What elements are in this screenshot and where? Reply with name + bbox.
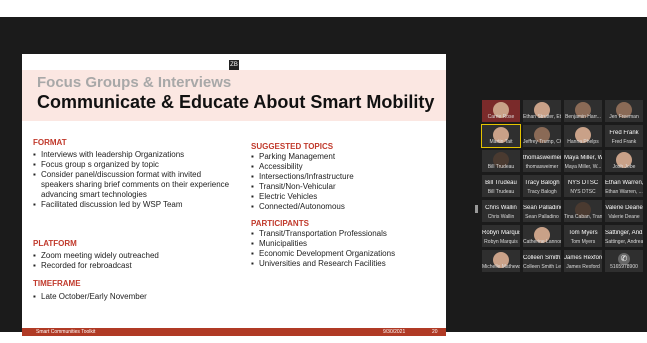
slide-logo-icon: ZB	[229, 60, 239, 70]
participant-tile[interactable]: Bill Trudeau Bill Trudeau	[482, 175, 520, 197]
list-item: Transit/Non-Vehicular	[251, 182, 441, 192]
topics-heading: SUGGESTED TOPICS	[251, 142, 334, 151]
participant-tile[interactable]: Martin Tait	[481, 124, 521, 148]
list-item: Focus group s organized by topic	[33, 160, 233, 170]
participant-tile[interactable]: Benjamin Harr...	[564, 100, 602, 122]
timeframe-list: Late October/Early November	[33, 292, 233, 302]
participant-tile[interactable]: Ethan Warren, ...Ethan Warren, ...	[605, 175, 643, 197]
participant-tile[interactable]: Robyn Marquis Robyn Marquis	[482, 225, 520, 247]
participant-tile[interactable]: Chris Wallin Chris Wallin	[482, 200, 520, 222]
participant-gallery: Carrie Rose Ethan Strutter, Ethan Br... …	[481, 100, 647, 272]
participant-tile[interactable]: Hanna Phelps	[564, 125, 602, 147]
list-item: Universities and Research Facilities	[251, 259, 446, 269]
participant-tile[interactable]: Jen Freeman	[605, 100, 643, 122]
participants-list: Transit/Transportation Professionals Mun…	[251, 229, 446, 269]
participant-tile[interactable]: Fred Frank Fred Frank	[605, 125, 643, 147]
scrollbar-handle[interactable]	[475, 205, 478, 213]
list-item: Consider panel/discussion format with in…	[33, 170, 233, 200]
topics-list: Parking Management Accessibility Interse…	[251, 152, 441, 212]
participant-tile[interactable]: Maya Miller, W...Maya Miller, W...	[564, 150, 602, 172]
list-item: Parking Management	[251, 152, 441, 162]
list-item: Transit/Transportation Professionals	[251, 229, 446, 239]
list-item: Connected/Autonomous	[251, 202, 441, 212]
participant-tile[interactable]: Ethan Strutter, Ethan Br...	[523, 100, 561, 122]
list-item: Recorded for rebroadcast	[33, 261, 233, 271]
list-item: Accessibility	[251, 162, 441, 172]
participant-tile[interactable]: Tina Caban, Transp...	[564, 200, 602, 222]
participant-tile[interactable]: Valerie Deane Valerie Deane	[605, 200, 643, 222]
participant-tile[interactable]: Jeffrey Trump, CGTC	[523, 125, 561, 147]
participant-tile[interactable]: Tracy Balogh Tracy Balogh	[523, 175, 561, 197]
timeframe-heading: TIMEFRAME	[33, 279, 81, 288]
participants-heading: PARTICIPANTS	[251, 219, 309, 228]
list-item: Economic Development Organizations	[251, 249, 446, 259]
format-list: Interviews with leadership Organizations…	[33, 150, 233, 210]
slide-footer: Smart Communities Toolkit 9/30/2021 20	[22, 328, 446, 336]
list-item: Zoom meeting widely outreached	[33, 251, 233, 261]
list-item: Electric Vehicles	[251, 192, 441, 202]
participant-tile[interactable]: ✆ 5165978900	[605, 250, 643, 272]
participant-tile[interactable]: NYS DTSC NYS DTSC	[564, 175, 602, 197]
participant-tile[interactable]: Sattinger, And...Sattinger, Andrea...	[605, 225, 643, 247]
list-item: Municipalities	[251, 239, 446, 249]
shared-slide: ZB Focus Groups & Interviews Communicate…	[22, 54, 446, 336]
participant-tile[interactable]: Colleen Smith...Colleen Smith Lennon	[523, 250, 561, 272]
list-item: Facilitated discussion led by WSP Team	[33, 200, 233, 210]
format-heading: FORMAT	[33, 138, 67, 147]
participant-tile[interactable]: Sean Palladino Sean Palladino	[523, 200, 561, 222]
participant-tile[interactable]: Catherine Lannon	[523, 225, 561, 247]
footer-page-number: 20	[432, 329, 438, 335]
participant-tile[interactable]: Tom Myers Tom Myers	[564, 225, 602, 247]
participant-tile[interactable]: Josh Jobe	[605, 150, 643, 172]
slide-title: Communicate & Educate About Smart Mobili…	[37, 92, 435, 112]
footer-date: 9/30/2021	[383, 329, 406, 335]
list-item: Late October/Early November	[33, 292, 233, 302]
platform-list: Zoom meeting widely outreached Recorded …	[33, 251, 233, 271]
platform-heading: PLATFORM	[33, 239, 77, 248]
participant-tile[interactable]: Michelle Mathews	[482, 250, 520, 272]
list-item: Interviews with leadership Organizations	[33, 150, 233, 160]
footer-title: Smart Communities Toolkit	[36, 329, 96, 335]
participant-tile[interactable]: thomasweimer thomasweimer	[523, 150, 561, 172]
participant-tile[interactable]: Bill Trudeau	[482, 150, 520, 172]
list-item: Intersections/Infrastructure	[251, 172, 441, 182]
participant-tile[interactable]: Carrie Rose	[482, 100, 520, 122]
participant-tile[interactable]: James Rexford James Rexford	[564, 250, 602, 272]
slide-subtitle: Focus Groups & Interviews	[37, 74, 232, 91]
